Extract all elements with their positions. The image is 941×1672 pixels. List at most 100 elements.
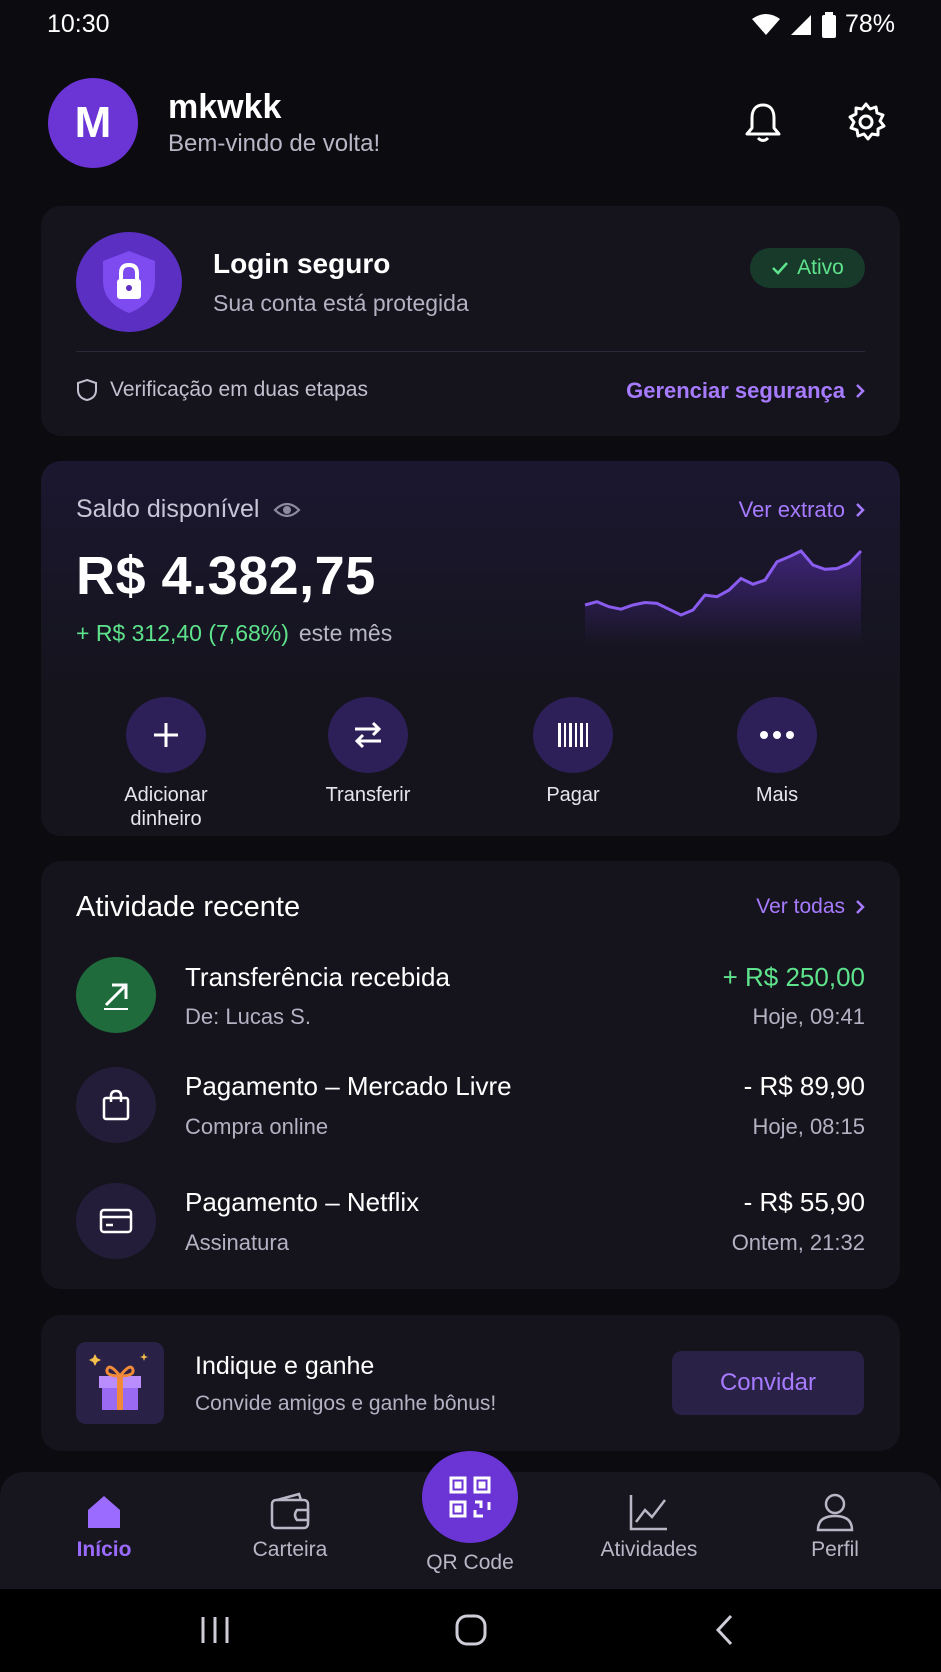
invite-button[interactable]: Convidar	[672, 1351, 864, 1415]
recent-activity-title: Atividade recente	[76, 891, 301, 923]
transaction-amount: - R$ 55,90	[743, 1187, 865, 1217]
balance-label: Saldo disponível	[76, 495, 260, 523]
gift-tile	[76, 1342, 164, 1424]
nav-home-label: Início	[76, 1538, 132, 1561]
transaction-time: Hoje, 09:41	[752, 1004, 865, 1029]
check-icon	[772, 262, 789, 275]
credit-card-icon	[99, 1208, 133, 1234]
manage-security-link[interactable]: Gerenciar segurança	[626, 378, 865, 404]
transfer-button[interactable]: Transferir	[293, 697, 443, 807]
manage-security-label: Gerenciar segurança	[626, 378, 845, 403]
sparkline-area	[585, 551, 861, 645]
transaction-title[interactable]: Pagamento – Mercado Livre	[185, 1071, 512, 1102]
balance-delta-value: + R$ 312,40 (7,68%)	[76, 620, 289, 646]
security-subtitle: Sua conta está protegida	[213, 290, 469, 316]
recent-apps-icon	[201, 1617, 229, 1643]
balance-amount: R$ 4.382,75	[76, 546, 376, 606]
status-icons: 78%	[751, 10, 895, 39]
nav-home[interactable]: Início	[44, 1492, 164, 1562]
shield-icon	[77, 378, 97, 402]
eye-icon[interactable]	[273, 500, 302, 520]
home-icon	[88, 1496, 120, 1528]
transaction-subtitle: Assinatura	[185, 1230, 289, 1255]
nav-activity-label: Atividades	[600, 1538, 698, 1561]
nav-qr-label: QR Code	[426, 1551, 514, 1574]
see-all-label: Ver todas	[756, 895, 845, 918]
back-icon	[715, 1614, 733, 1646]
username: mkwkk	[168, 88, 282, 126]
transfer-label: Transferir	[325, 784, 411, 806]
security-divider	[76, 351, 865, 352]
notifications-button[interactable]	[741, 100, 785, 144]
more-icon	[760, 731, 794, 739]
nav-profile[interactable]: Perfil	[775, 1492, 895, 1562]
balance-label-row: Saldo disponível	[76, 495, 302, 524]
settings-button[interactable]	[844, 100, 888, 144]
add-money-circle	[126, 697, 206, 773]
referral-subtitle: Convide amigos e ganhe bônus!	[195, 1392, 497, 1415]
user-icon	[816, 1493, 854, 1532]
status-badge: Ativo	[750, 248, 865, 288]
pay-button[interactable]: Pagar	[498, 697, 648, 807]
transaction-amount: - R$ 89,90	[743, 1071, 865, 1101]
nav-profile-label: Perfil	[811, 1538, 859, 1561]
nav-wallet-label: Carteira	[252, 1538, 328, 1561]
transfer-circle	[328, 697, 408, 773]
see-all-link[interactable]: Ver todas	[756, 895, 865, 919]
transaction-amount: + R$ 250,00	[722, 962, 865, 992]
transaction-subtitle: Compra online	[185, 1114, 329, 1139]
more-circle	[737, 697, 817, 773]
wallet-icon	[270, 1492, 310, 1530]
gift-icon	[89, 1353, 148, 1410]
referral-title: Indique e ganhe	[195, 1352, 375, 1380]
plus-icon	[154, 723, 178, 747]
transaction-icon-card	[76, 1183, 156, 1259]
two-factor-label: Verificação em duas etapas	[110, 378, 368, 401]
chevron-right-icon	[856, 503, 865, 517]
chevron-right-icon	[856, 900, 865, 914]
recent-apps-button[interactable]	[185, 1610, 245, 1650]
transaction-title[interactable]: Transferência recebida	[185, 962, 450, 993]
transaction-time: Ontem, 21:32	[731, 1230, 865, 1255]
nav-activity[interactable]: Atividades	[589, 1492, 709, 1562]
balance-sparkline	[584, 549, 863, 645]
add-money-button[interactable]: Adicionar dinheiro	[91, 697, 241, 831]
shield-lock-icon	[103, 251, 155, 313]
pay-label: Pagar	[546, 784, 600, 806]
shield-lock-badge	[76, 232, 182, 332]
welcome-text: Bem-vindo de volta!	[168, 130, 381, 157]
barcode-icon	[558, 723, 588, 747]
transaction-icon-received	[76, 957, 156, 1033]
signal-icon	[790, 14, 811, 35]
qr-code-icon	[449, 1476, 491, 1518]
back-button[interactable]	[695, 1610, 755, 1650]
transfer-icon	[354, 721, 382, 749]
more-button[interactable]: Mais	[702, 697, 852, 807]
status-time: 10:30	[47, 10, 110, 38]
two-factor-row: Verificação em duas etapas	[76, 378, 368, 402]
transaction-subtitle: De: Lucas S.	[185, 1004, 311, 1029]
wifi-icon	[751, 13, 780, 35]
add-money-label-2: dinheiro	[130, 808, 202, 830]
bell-icon	[745, 103, 781, 142]
transaction-icon-shopping	[76, 1067, 156, 1143]
nav-wallet[interactable]: Carteira	[230, 1492, 350, 1562]
avatar[interactable]: M	[48, 78, 138, 168]
balance-delta: + R$ 312,40 (7,68%) este mês	[76, 620, 392, 647]
view-statement-label: Ver extrato	[738, 497, 845, 522]
view-statement-link[interactable]: Ver extrato	[739, 497, 865, 523]
home-system-button[interactable]	[441, 1610, 501, 1650]
balance-delta-suffix: este mês	[298, 620, 393, 646]
avatar-letter: M	[74, 98, 112, 147]
transaction-title[interactable]: Pagamento – Netflix	[185, 1187, 419, 1218]
shopping-bag-icon	[102, 1089, 130, 1121]
gear-icon	[848, 102, 886, 141]
security-title: Login seguro	[213, 248, 391, 279]
transaction-time: Hoje, 08:15	[752, 1114, 865, 1139]
more-label: Mais	[755, 784, 799, 806]
add-money-label-1: Adicionar	[124, 784, 208, 806]
chevron-right-icon	[856, 384, 865, 398]
battery-icon	[821, 11, 836, 38]
qr-code-button[interactable]	[422, 1451, 518, 1543]
home-circle-icon	[455, 1614, 487, 1646]
